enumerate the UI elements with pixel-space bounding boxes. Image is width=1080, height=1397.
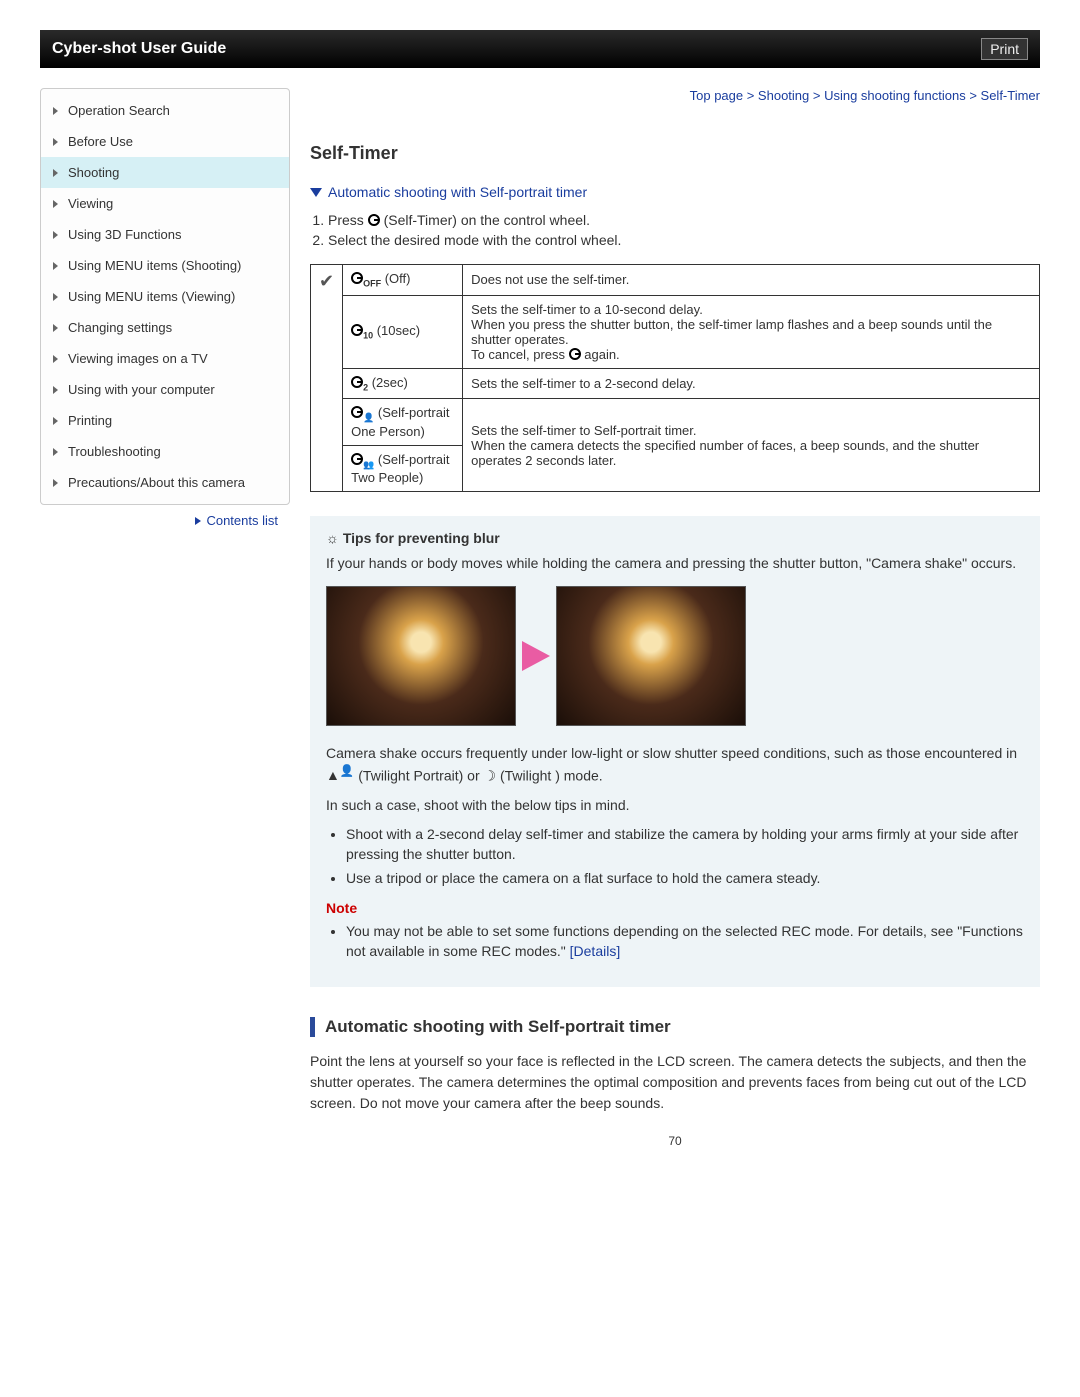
self-timer-icon bbox=[351, 376, 363, 388]
sidebar-item[interactable]: Using MENU items (Viewing) bbox=[41, 281, 289, 312]
section-paragraph: Point the lens at yourself so your face … bbox=[310, 1051, 1040, 1114]
sidebar-item[interactable]: Viewing images on a TV bbox=[41, 343, 289, 374]
tips-p3: In such a case, shoot with the below tip… bbox=[326, 796, 1024, 816]
contents-list-link[interactable]: Contents list bbox=[40, 505, 290, 536]
print-button[interactable]: Print bbox=[981, 38, 1028, 60]
sample-image-blur bbox=[326, 586, 516, 726]
sidebar-item[interactable]: Troubleshooting bbox=[41, 436, 289, 467]
sidebar-item-label: Viewing bbox=[68, 196, 113, 211]
twilight-icon: ☽ bbox=[484, 767, 497, 783]
header-title: Cyber-shot User Guide bbox=[52, 40, 226, 58]
chevron-right-icon bbox=[53, 355, 58, 363]
details-link[interactable]: [Details] bbox=[570, 943, 621, 959]
chevron-right-icon bbox=[53, 200, 58, 208]
sidebar-item[interactable]: Using with your computer bbox=[41, 374, 289, 405]
sidebar: Operation Search Before Use Shooting Viewin… bbox=[40, 88, 290, 505]
tips-heading: Tips for preventing blur bbox=[326, 530, 1024, 546]
sidebar-item-label: Using 3D Functions bbox=[68, 227, 181, 242]
sidebar-item-label: Before Use bbox=[68, 134, 133, 149]
table-row: 10 (10sec) Sets the self-timer to a 10-s… bbox=[311, 295, 1040, 368]
self-timer-icon bbox=[569, 348, 581, 360]
page-title: Self-Timer bbox=[310, 143, 1040, 164]
chevron-right-icon bbox=[53, 231, 58, 239]
chevron-right-icon bbox=[53, 138, 58, 146]
table-row: 2 (2sec) Sets the self-timer to a 2-seco… bbox=[311, 368, 1040, 399]
sidebar-wrapper: Operation Search Before Use Shooting Viewin… bbox=[40, 88, 290, 1148]
self-timer-icon bbox=[351, 453, 363, 465]
note-list: You may not be able to set some function… bbox=[346, 922, 1024, 961]
chevron-right-icon bbox=[53, 169, 58, 177]
step-1: Press (Self-Timer) on the control wheel. bbox=[328, 212, 1040, 228]
steps-list: Press (Self-Timer) on the control wheel.… bbox=[328, 212, 1040, 248]
list-item: Shoot with a 2-second delay self-timer a… bbox=[346, 825, 1024, 864]
chevron-right-icon bbox=[53, 293, 58, 301]
arrow-right-icon bbox=[195, 517, 201, 525]
tips-p1: If your hands or body moves while holdin… bbox=[326, 554, 1024, 574]
tips-p2: Camera shake occurs frequently under low… bbox=[326, 744, 1024, 786]
twilight-portrait-icon: ▲👤 bbox=[326, 767, 354, 783]
image-compare bbox=[326, 586, 1024, 726]
sidebar-item[interactable]: Using 3D Functions bbox=[41, 219, 289, 250]
section-heading: Automatic shooting with Self-portrait ti… bbox=[310, 1017, 1040, 1037]
sidebar-item-label: Shooting bbox=[68, 165, 119, 180]
sidebar-item[interactable]: Printing bbox=[41, 405, 289, 436]
check-icon: ✔ bbox=[319, 271, 334, 291]
sidebar-item[interactable]: Operation Search bbox=[41, 95, 289, 126]
tips-bullets: Shoot with a 2-second delay self-timer a… bbox=[346, 825, 1024, 888]
chevron-right-icon bbox=[53, 479, 58, 487]
step-2: Select the desired mode with the control… bbox=[328, 232, 1040, 248]
sample-image-sharp bbox=[556, 586, 746, 726]
sidebar-item-label: Precautions/About this camera bbox=[68, 475, 245, 490]
note-label: Note bbox=[326, 900, 1024, 916]
page-number: 70 bbox=[310, 1134, 1040, 1148]
self-timer-icon bbox=[351, 406, 363, 418]
anchor-link-label: Automatic shooting with Self-portrait ti… bbox=[328, 184, 587, 200]
sidebar-item[interactable]: Shooting bbox=[41, 157, 289, 188]
table-row: 👤 (Self-portrait One Person) Sets the se… bbox=[311, 399, 1040, 446]
breadcrumb[interactable]: Top page > Shooting > Using shooting fun… bbox=[310, 88, 1040, 103]
self-timer-icon bbox=[368, 214, 380, 226]
sidebar-item-label: Troubleshooting bbox=[68, 444, 161, 459]
sidebar-item-label: Changing settings bbox=[68, 320, 172, 335]
triangle-down-icon bbox=[310, 188, 322, 197]
contents-list-label: Contents list bbox=[206, 513, 278, 528]
self-timer-icon bbox=[351, 324, 363, 336]
anchor-link[interactable]: Automatic shooting with Self-portrait ti… bbox=[310, 184, 1040, 200]
table-row: ✔ OFF (Off) Does not use the self-timer. bbox=[311, 265, 1040, 296]
self-timer-icon bbox=[351, 272, 363, 284]
modes-table: ✔ OFF (Off) Does not use the self-timer.… bbox=[310, 264, 1040, 492]
sidebar-item[interactable]: Changing settings bbox=[41, 312, 289, 343]
chevron-right-icon bbox=[53, 262, 58, 270]
sidebar-item-label: Using MENU items (Viewing) bbox=[68, 289, 235, 304]
chevron-right-icon bbox=[53, 107, 58, 115]
sidebar-item-label: Viewing images on a TV bbox=[68, 351, 208, 366]
chevron-right-icon bbox=[53, 386, 58, 394]
sidebar-item[interactable]: Precautions/About this camera bbox=[41, 467, 289, 498]
sidebar-item-label: Using with your computer bbox=[68, 382, 215, 397]
header-bar: Cyber-shot User Guide Print bbox=[40, 30, 1040, 68]
sidebar-item-label: Printing bbox=[68, 413, 112, 428]
sidebar-item-label: Using MENU items (Shooting) bbox=[68, 258, 241, 273]
chevron-right-icon bbox=[53, 324, 58, 332]
main-content: Top page > Shooting > Using shooting fun… bbox=[310, 88, 1040, 1148]
list-item: Use a tripod or place the camera on a fl… bbox=[346, 869, 1024, 889]
sidebar-item[interactable]: Using MENU items (Shooting) bbox=[41, 250, 289, 281]
bulb-icon bbox=[326, 530, 343, 546]
chevron-right-icon bbox=[53, 448, 58, 456]
tips-box: Tips for preventing blur If your hands o… bbox=[310, 516, 1040, 987]
note-item: You may not be able to set some function… bbox=[346, 922, 1024, 961]
arrow-icon bbox=[522, 641, 550, 671]
chevron-right-icon bbox=[53, 417, 58, 425]
sidebar-item-label: Operation Search bbox=[68, 103, 170, 118]
sidebar-item[interactable]: Viewing bbox=[41, 188, 289, 219]
sidebar-item[interactable]: Before Use bbox=[41, 126, 289, 157]
